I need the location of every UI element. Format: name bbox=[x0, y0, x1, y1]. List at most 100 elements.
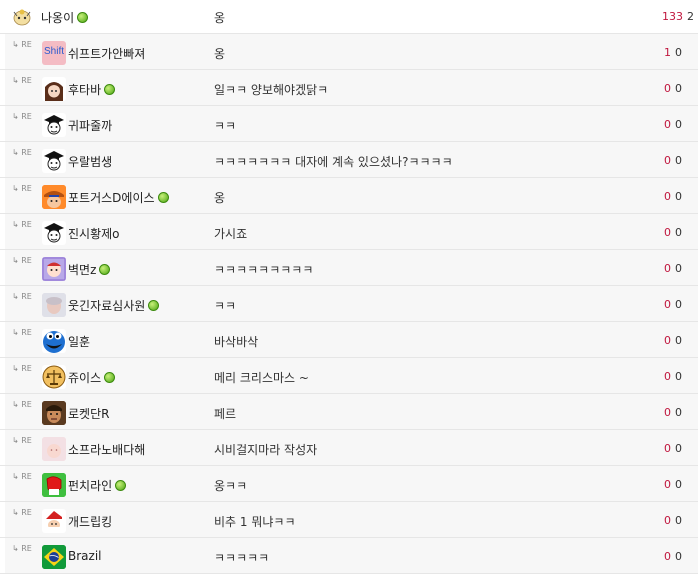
comment-row: ↳ RE 웃긴자료심사원 ㅋㅋ 0 0 bbox=[0, 286, 698, 322]
comment-row: ↳ RE 개드립킹 비추 1 뭐냐ㅋㅋ 0 0 bbox=[0, 502, 698, 538]
scales-avatar-icon[interactable] bbox=[42, 365, 66, 389]
downvote-count[interactable]: 0 bbox=[675, 406, 682, 419]
upvote-count[interactable]: 0 bbox=[664, 550, 671, 563]
reply-marker: ↳ RE bbox=[12, 472, 32, 481]
vote-counts: 00 bbox=[664, 478, 682, 491]
upvote-count[interactable]: 1 bbox=[664, 46, 671, 59]
comment-row: 나옹이 옹 133 2 bbox=[0, 0, 698, 34]
upvote-count[interactable]: 0 bbox=[664, 82, 671, 95]
author-nickname[interactable]: 로켓단R bbox=[68, 405, 109, 422]
downvote-count[interactable]: 0 bbox=[675, 118, 682, 131]
author-nickname[interactable]: 포트거스D에이스 bbox=[68, 189, 169, 206]
author-name-text: 소프라노배다해 bbox=[68, 443, 146, 457]
man-face-avatar-icon[interactable] bbox=[42, 401, 66, 425]
reply-marker: ↳ RE bbox=[12, 112, 32, 121]
upvote-count[interactable]: 0 bbox=[664, 190, 671, 203]
shift-key-avatar-icon[interactable]: Shift bbox=[42, 41, 66, 65]
author-nickname[interactable]: 벽면z bbox=[68, 261, 111, 278]
comment-text: 바삭바삭 bbox=[214, 335, 259, 349]
downvote-count[interactable]: 0 bbox=[675, 550, 682, 563]
cartoon-face-avatar-icon[interactable] bbox=[42, 257, 66, 281]
author-nickname[interactable]: 쉬프트가안빠져 bbox=[68, 45, 145, 62]
comment-row: ↳ RE 소프라노배다해 시비걸지마라 작성자 0 0 bbox=[0, 430, 698, 466]
downvote-count[interactable]: 0 bbox=[675, 298, 682, 311]
upvote-count[interactable]: 0 bbox=[664, 154, 671, 167]
upvote-count[interactable]: 0 bbox=[664, 262, 671, 275]
upvote-count[interactable]: 0 bbox=[664, 406, 671, 419]
downvote-count[interactable]: 0 bbox=[675, 154, 682, 167]
author-nickname[interactable]: 우랄범생 bbox=[68, 153, 112, 170]
vote-counts: 00 bbox=[664, 370, 682, 383]
red-boxing-glove-avatar-icon[interactable] bbox=[42, 473, 66, 497]
upvote-count[interactable]: 0 bbox=[664, 118, 671, 131]
vote-counts: 00 bbox=[664, 82, 682, 95]
anime-girl-avatar-icon[interactable] bbox=[42, 77, 66, 101]
comment-row: ↳ RE 일훈 바삭바삭 0 0 bbox=[0, 322, 698, 358]
upvote-count[interactable]: 0 bbox=[664, 226, 671, 239]
downvote-count[interactable]: 0 bbox=[675, 190, 682, 203]
downvote-count[interactable]: 0 bbox=[675, 82, 682, 95]
comment-row: ↳ RE 우랄범생 ㅋㅋㅋㅋㅋㅋㅋ 대자에 계속 있으셨나?ㅋㅋㅋㅋ 0 0 bbox=[0, 142, 698, 178]
author-nickname[interactable]: 일훈 bbox=[68, 333, 90, 350]
graduate-avatar-icon[interactable] bbox=[42, 149, 66, 173]
comment-text: ㅋㅋ bbox=[214, 119, 237, 133]
vote-counts: 00 bbox=[664, 550, 682, 563]
graduate-avatar-icon[interactable] bbox=[42, 221, 66, 245]
author-nickname[interactable]: Brazil bbox=[68, 549, 102, 563]
upvote-count[interactable]: 0 bbox=[664, 298, 671, 311]
author-nickname[interactable]: 나옹이 bbox=[41, 9, 89, 26]
meowth-avatar-icon[interactable] bbox=[10, 4, 34, 28]
downvote-count[interactable]: 0 bbox=[675, 334, 682, 347]
comment-text: 페르 bbox=[214, 407, 237, 421]
reply-marker: ↳ RE bbox=[12, 544, 32, 553]
pale-face-avatar-icon[interactable] bbox=[42, 437, 66, 461]
author-name-text: 후타바 bbox=[68, 83, 102, 97]
upvote-count[interactable]: 0 bbox=[664, 514, 671, 527]
comment-text: 시비걸지마라 작성자 bbox=[214, 443, 318, 457]
upvote-count[interactable]: 0 bbox=[664, 334, 671, 347]
online-status-icon bbox=[115, 480, 127, 491]
pirate-avatar-icon[interactable] bbox=[42, 185, 66, 209]
upvote-count[interactable]: 133 bbox=[662, 10, 683, 23]
blurred-face-avatar-icon[interactable] bbox=[42, 293, 66, 317]
vote-counts: 10 bbox=[664, 46, 682, 59]
comment-text: 옹 bbox=[214, 11, 226, 25]
upvote-count[interactable]: 0 bbox=[664, 478, 671, 491]
upvote-count[interactable]: 0 bbox=[664, 442, 671, 455]
reply-marker: ↳ RE bbox=[12, 508, 32, 517]
vote-counts: 00 bbox=[664, 334, 682, 347]
online-status-icon bbox=[104, 372, 116, 383]
downvote-count[interactable]: 0 bbox=[675, 514, 682, 527]
author-nickname[interactable]: 소프라노배다해 bbox=[68, 441, 145, 458]
author-name-text: 펀치라인 bbox=[68, 479, 113, 493]
author-nickname[interactable]: 귀파줄까 bbox=[68, 117, 112, 134]
brazil-flag-avatar-icon[interactable] bbox=[42, 545, 66, 569]
author-nickname[interactable]: 후타바 bbox=[68, 81, 116, 98]
author-name-text: 로켓단R bbox=[68, 407, 110, 421]
santa-avatar-icon[interactable] bbox=[42, 509, 66, 533]
downvote-count[interactable]: 0 bbox=[675, 262, 682, 275]
downvote-count[interactable]: 0 bbox=[675, 226, 682, 239]
vote-counts: 133 2 bbox=[662, 10, 694, 23]
upvote-count[interactable]: 0 bbox=[664, 370, 671, 383]
author-name-text: 쥬이스 bbox=[68, 371, 102, 385]
comment-text: 비추 1 뭐냐ㅋㅋ bbox=[214, 515, 296, 529]
cookie-monster-avatar-icon[interactable] bbox=[42, 329, 66, 353]
author-nickname[interactable]: 웃긴자료심사원 bbox=[68, 297, 160, 314]
author-nickname[interactable]: 펀치라인 bbox=[68, 477, 127, 494]
downvote-count[interactable]: 0 bbox=[675, 46, 682, 59]
comment-text: 메리 크리스마스 ~ bbox=[214, 371, 309, 385]
comment-text: 일ㅋㅋ 양보해야겠닭ㅋ bbox=[214, 83, 329, 97]
graduate-avatar-icon[interactable] bbox=[42, 113, 66, 137]
downvote-count[interactable]: 0 bbox=[675, 478, 682, 491]
author-nickname[interactable]: 진시황제o bbox=[68, 225, 120, 242]
downvote-count[interactable]: 2 bbox=[687, 10, 694, 23]
downvote-count[interactable]: 0 bbox=[675, 370, 682, 383]
author-name-text: 포트거스D에이스 bbox=[68, 191, 155, 205]
author-nickname[interactable]: 쥬이스 bbox=[68, 369, 116, 386]
author-nickname[interactable]: 개드립킹 bbox=[68, 513, 112, 530]
vote-counts: 00 bbox=[664, 154, 682, 167]
downvote-count[interactable]: 0 bbox=[675, 442, 682, 455]
reply-marker: ↳ RE bbox=[12, 40, 32, 49]
comment-row: ↳ RE Brazil ㅋㅋㅋㅋㅋ 0 0 bbox=[0, 538, 698, 574]
